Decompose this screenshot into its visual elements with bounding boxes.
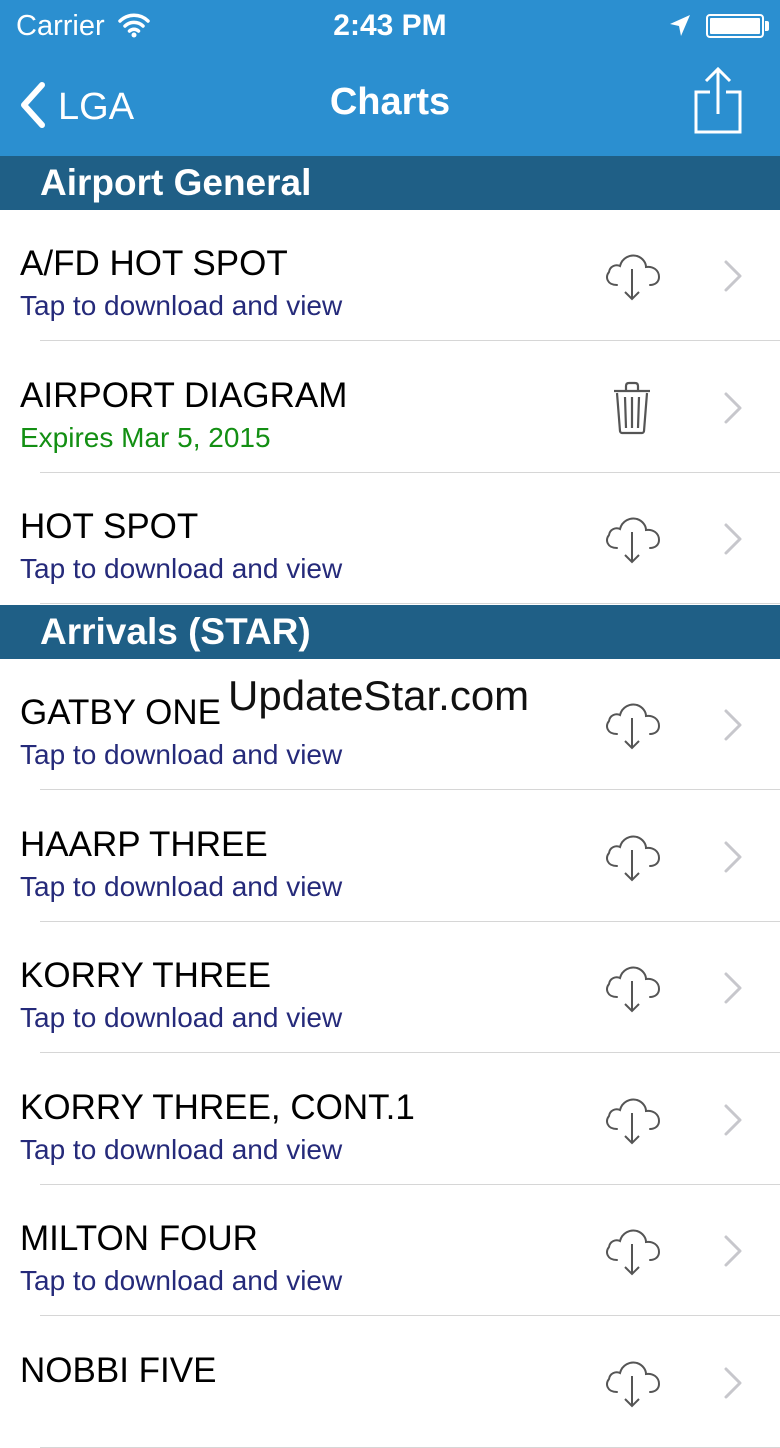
chart-row[interactable]: KORRY THREE Tap to download and view	[0, 922, 780, 1054]
chart-subtitle: Tap to download and view	[20, 739, 343, 770]
status-bar: Carrier 2:43 PM	[0, 0, 780, 56]
cloud-download-icon[interactable]	[600, 693, 664, 757]
chart-subtitle: Tap to download and view	[20, 870, 343, 902]
section-header: Arrivals (STAR)	[0, 605, 780, 659]
chart-title: A/FD HOT SPOT	[20, 244, 288, 283]
chart-subtitle: Tap to download and view	[20, 1265, 343, 1297]
chart-row[interactable]: NOBBI FIVE	[0, 1317, 780, 1448]
battery-icon	[706, 14, 764, 38]
chart-expiry: Expires Mar 5, 2015	[20, 421, 271, 453]
chart-title: NOBBI FIVE	[20, 1351, 217, 1390]
chart-row[interactable]: KORRY THREE, CONT.1 Tap to download and v…	[0, 1053, 780, 1185]
watermark: UpdateStar.com	[228, 672, 530, 719]
chart-row[interactable]: AIRPORT DIAGRAM Expires Mar 5, 2015	[0, 341, 780, 473]
chevron-right-icon	[718, 256, 748, 296]
chevron-right-icon	[718, 1363, 748, 1403]
chart-title: GATBY ONE	[20, 693, 221, 732]
share-button[interactable]	[692, 66, 744, 141]
cloud-download-icon[interactable]	[600, 1351, 664, 1415]
chart-row[interactable]: HOT SPOT Tap to download and view	[0, 473, 780, 605]
trash-icon[interactable]	[600, 376, 664, 440]
section-title: Airport General	[40, 162, 312, 203]
chart-title: KORRY THREE, CONT.1	[20, 1087, 415, 1127]
chart-title: HAARP THREE	[20, 824, 268, 864]
chevron-right-icon	[718, 1100, 748, 1140]
page-title: Charts	[329, 81, 451, 123]
chevron-right-icon	[718, 968, 748, 1008]
chevron-right-icon	[718, 388, 748, 428]
cloud-download-icon[interactable]	[600, 825, 664, 889]
chart-row[interactable]: HAARP THREE Tap to download and view	[0, 790, 780, 922]
cloud-download-icon[interactable]	[600, 1088, 664, 1152]
chevron-right-icon	[718, 837, 748, 877]
chevron-right-icon	[718, 519, 748, 559]
cloud-download-icon[interactable]	[600, 1219, 664, 1283]
chart-row[interactable]: A/FD HOT SPOT Tap to download and view	[0, 210, 780, 341]
location-arrow-icon	[668, 13, 692, 44]
chart-title: MILTON FOUR	[20, 1219, 258, 1259]
cloud-download-icon[interactable]	[600, 507, 664, 571]
navigation-bar: LGA Charts	[0, 56, 780, 156]
chart-subtitle: Tap to download and view	[20, 1002, 343, 1034]
cloud-download-icon[interactable]	[600, 244, 664, 308]
chart-row[interactable]: MILTON FOUR Tap to download and view	[0, 1185, 780, 1317]
chevron-right-icon	[718, 705, 748, 745]
chart-title: KORRY THREE	[20, 956, 271, 996]
share-icon	[692, 66, 744, 140]
chart-title: AIRPORT DIAGRAM	[20, 375, 348, 415]
clock: 2:43 PM	[333, 9, 447, 42]
battery-tip	[765, 21, 769, 31]
chart-subtitle: Tap to download and view	[20, 290, 343, 321]
chart-title: HOT SPOT	[20, 507, 199, 547]
chevron-right-icon	[718, 1231, 748, 1271]
chart-subtitle: Tap to download and view	[20, 553, 343, 585]
section-header: Airport General	[0, 156, 780, 210]
chart-subtitle: Tap to download and view	[20, 1133, 343, 1165]
section-title: Arrivals (STAR)	[40, 611, 311, 652]
cloud-download-icon[interactable]	[600, 956, 664, 1020]
